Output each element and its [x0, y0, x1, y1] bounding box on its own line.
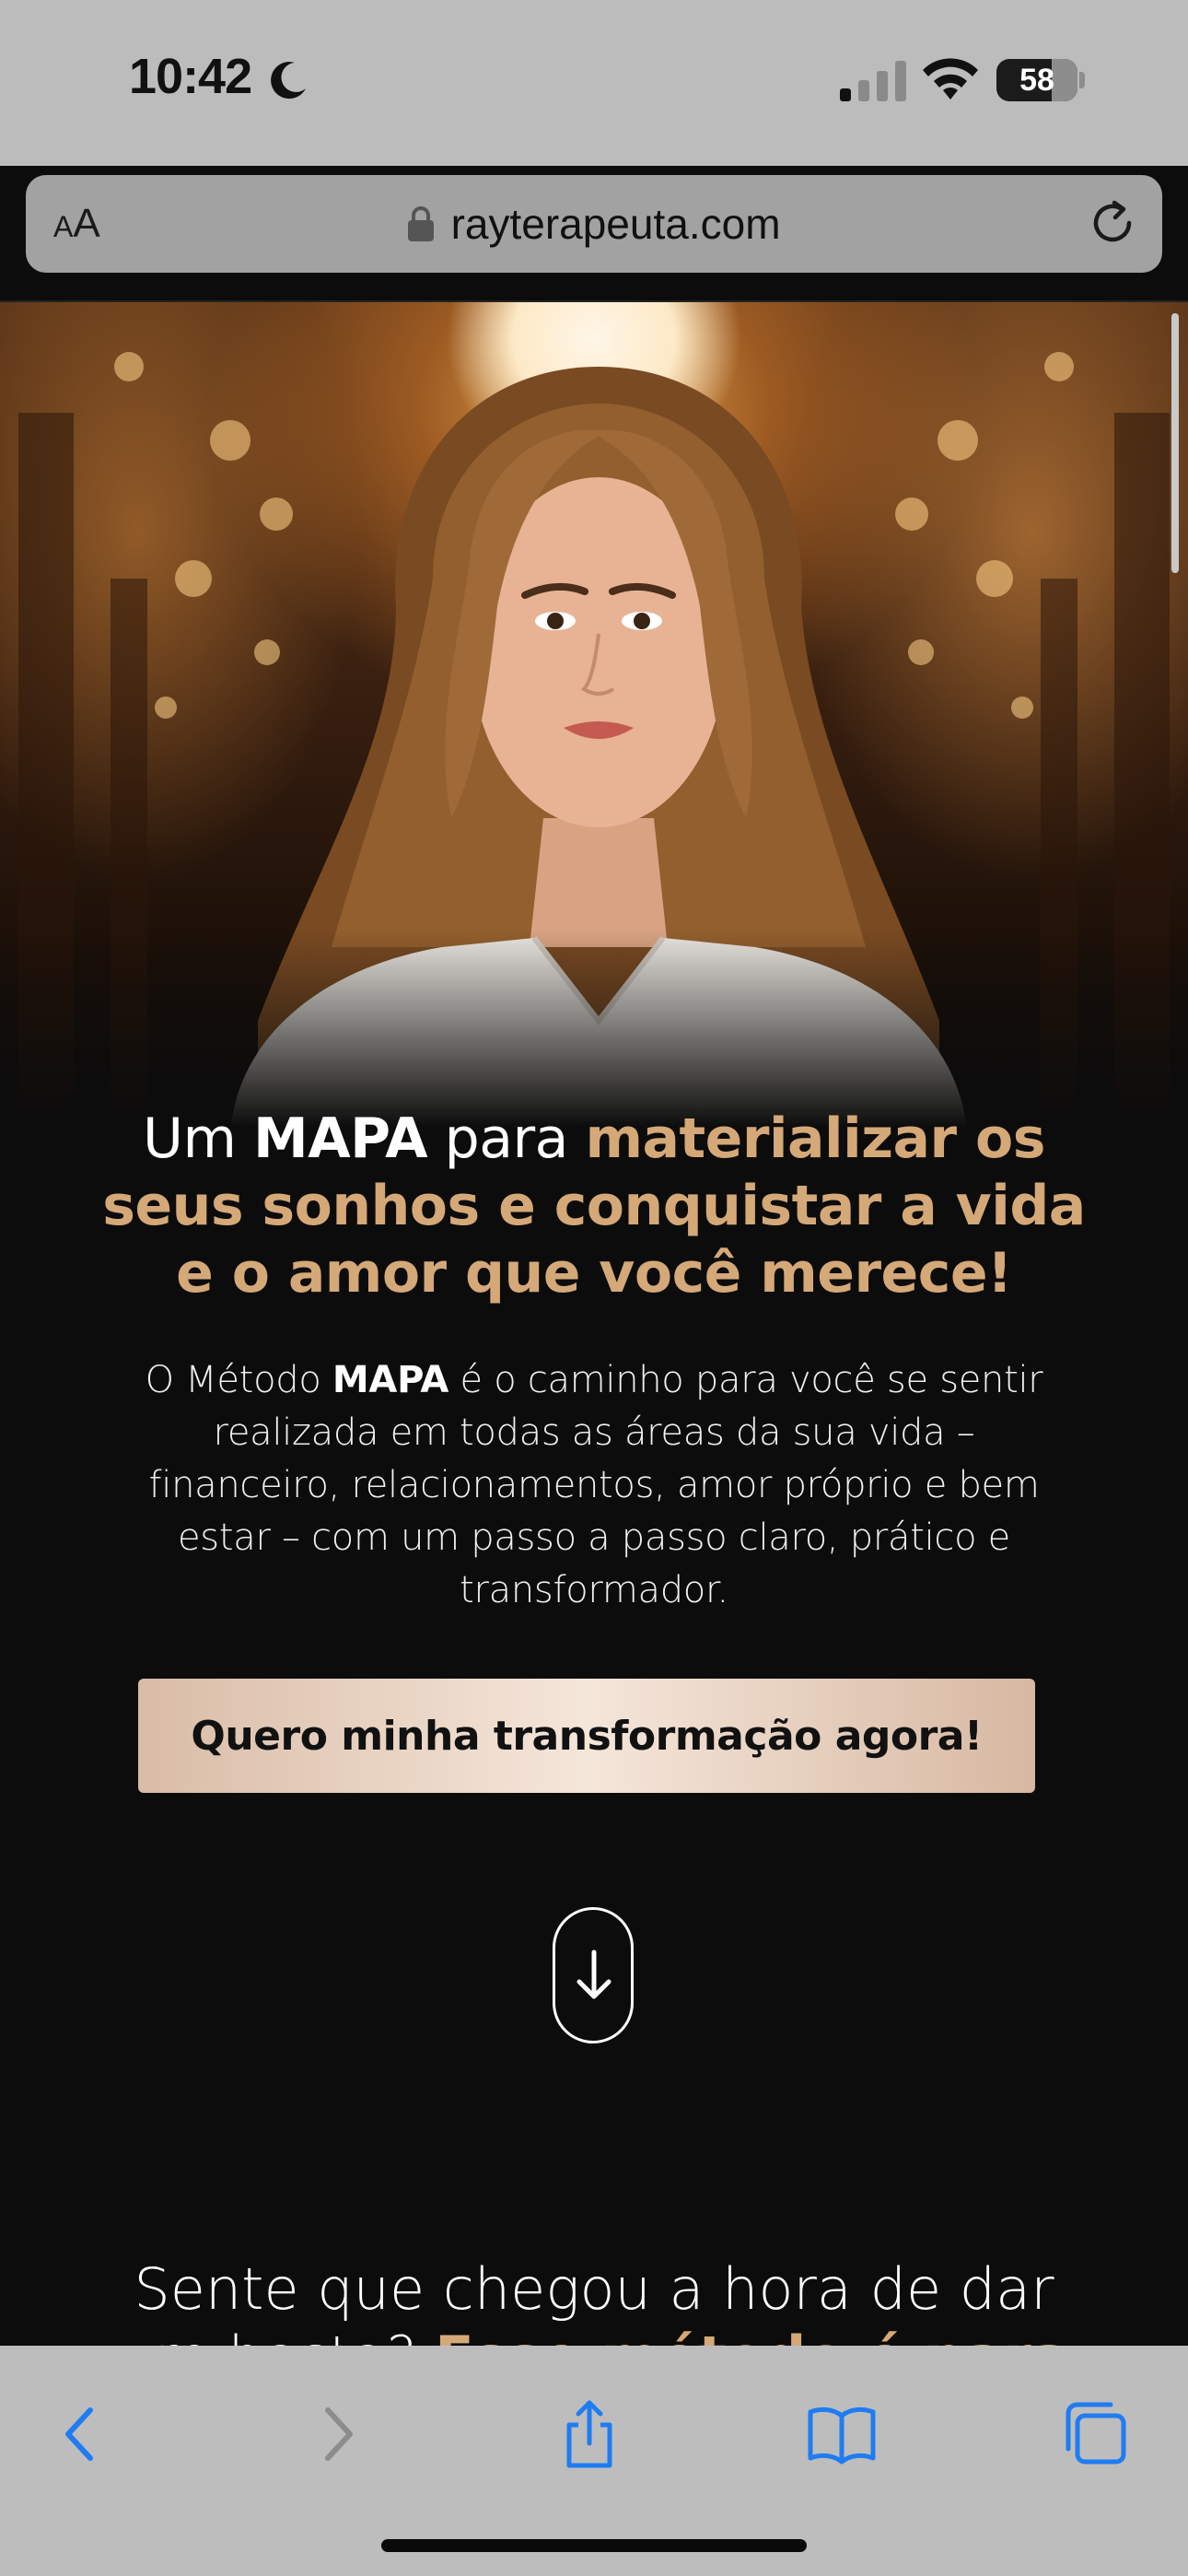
page-scrollbar[interactable]	[1171, 313, 1179, 573]
bookmarks-icon[interactable]	[805, 2397, 879, 2471]
web-page: Um MAPA para materializar os seus sonhos…	[0, 302, 1188, 2346]
next-heading-part2: Esse método é para	[435, 2324, 1070, 2346]
status-time: 10:42	[129, 49, 252, 104]
hero-headline: Um MAPA para materializar os seus sonhos…	[101, 1106, 1087, 1307]
battery-level: 58	[1019, 63, 1054, 98]
battery-icon: 58	[996, 59, 1077, 101]
headline-part2: MAPA	[252, 1107, 428, 1171]
address-bar[interactable]: AA rayterapeuta.com	[26, 175, 1162, 273]
home-indicator[interactable]	[381, 2539, 807, 2552]
arrow-down-icon	[577, 1950, 611, 1999]
cta-button[interactable]: Quero minha transformação agora!	[138, 1679, 1035, 1793]
forward-icon[interactable]	[300, 2397, 374, 2471]
next-section-heading: Sente que chegou a hora de dar um basta?…	[101, 2255, 1087, 2346]
headline-part3: para	[427, 1107, 586, 1171]
moon-icon	[271, 62, 306, 100]
hero-description: O Método MAPA é o caminho para você se s…	[129, 1354, 1059, 1617]
description-part2: MAPA	[332, 1359, 449, 1401]
scroll-down-button[interactable]	[553, 1907, 634, 2043]
url-text: rayterapeuta.com	[450, 200, 781, 248]
battery-empty-portion	[1052, 59, 1077, 101]
status-bar: 10:42 58 AA rayterapeuta.com	[0, 0, 1188, 273]
hero-portrait-image	[0, 302, 1188, 1150]
reload-icon[interactable]	[1087, 197, 1138, 249]
back-icon[interactable]	[44, 2397, 118, 2471]
wifi-icon	[923, 58, 978, 100]
tabs-icon[interactable]	[1057, 2397, 1131, 2471]
lock-icon	[408, 206, 435, 241]
share-icon[interactable]	[553, 2397, 626, 2471]
signal-icon	[840, 61, 906, 101]
description-part1: O Método	[145, 1359, 332, 1401]
battery-tip	[1079, 72, 1085, 88]
headline-part1: Um	[143, 1107, 253, 1171]
url-field[interactable]: rayterapeuta.com	[26, 199, 1162, 249]
